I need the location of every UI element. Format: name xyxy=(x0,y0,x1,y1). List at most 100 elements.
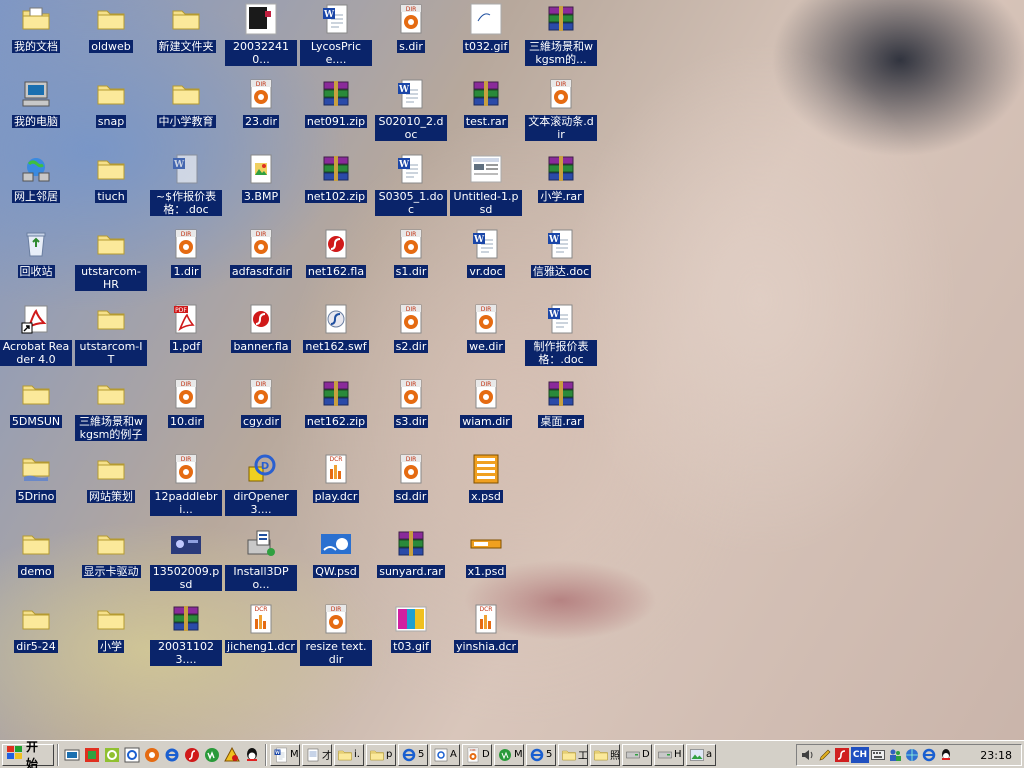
desktop-icon-rar[interactable]: 200311023.... xyxy=(150,602,222,674)
taskbar-button[interactable]: DIR D xyxy=(462,743,492,766)
desktop-icon-director[interactable]: DIR 23.dir xyxy=(225,77,297,149)
quick-launch-director-icon[interactable] xyxy=(142,745,162,765)
desktop-icon-folder[interactable]: utstarcom-IT xyxy=(75,302,147,374)
desktop-icon-director[interactable]: DIR 1.dir xyxy=(150,227,222,299)
desktop-icon-director[interactable]: DIR s3.dir xyxy=(375,377,447,449)
desktop-icon-folder[interactable]: tiuch xyxy=(75,152,147,224)
desktop-icon-word[interactable]: W 信雅达.doc xyxy=(525,227,597,299)
desktop-icon-director[interactable]: DIR s1.dir xyxy=(375,227,447,299)
desktop-icon-director[interactable]: DIR 12paddlebri... xyxy=(150,452,222,524)
desktop-icon-my-documents[interactable]: 我的文档 xyxy=(0,2,72,74)
desktop-icon-folder-hand[interactable]: 5Drino xyxy=(0,452,72,524)
desktop-icon-folder[interactable]: 5DMSUN xyxy=(0,377,72,449)
quick-launch-ie-icon[interactable] xyxy=(162,745,182,765)
desktop-icon-rar[interactable]: test.rar xyxy=(450,77,522,149)
desktop-icon-computer[interactable]: 我的电脑 xyxy=(0,77,72,149)
desktop-icon-recycle-bin[interactable]: 回收站 xyxy=(0,227,72,299)
desktop-icon-psd-orange[interactable]: x.psd xyxy=(450,452,522,524)
desktop-icon-director[interactable]: DIR 10.dir xyxy=(150,377,222,449)
taskbar-button[interactable]: H xyxy=(654,743,684,766)
desktop-icon-director[interactable]: DIR s2.dir xyxy=(375,302,447,374)
input-method-indicator[interactable]: CH xyxy=(851,747,869,763)
desktop-icon-bmp[interactable]: 3.BMP xyxy=(225,152,297,224)
ie-tray-icon[interactable] xyxy=(921,747,937,763)
desktop-icon-installer[interactable]: DdirOpener3.... xyxy=(225,452,297,524)
desktop-icon-image-dark[interactable]: 200322410... xyxy=(225,2,297,74)
desktop-icon-folder[interactable]: 显示卡驱动 xyxy=(75,527,147,599)
desktop-icon-rar[interactable]: sunyard.rar xyxy=(375,527,447,599)
taskbar-button[interactable]: p xyxy=(366,743,396,766)
desktop-icon-folder[interactable]: snap xyxy=(75,77,147,149)
desktop-icon-folder[interactable]: utstarcom-HR xyxy=(75,227,147,299)
desktop-icon-director[interactable]: DIR cgy.dir xyxy=(225,377,297,449)
desktop-icon-rar[interactable]: 三維场景和wkgsm的... xyxy=(525,2,597,74)
desktop-icon-pdf[interactable]: PDF 1.pdf xyxy=(150,302,222,374)
desktop-icon-flash-fla[interactable]: net162.fla xyxy=(300,227,372,299)
quick-launch-desktop-icon[interactable] xyxy=(62,745,82,765)
desktop-icon-director[interactable]: DIR sd.dir xyxy=(375,452,447,524)
desktop-icon-word[interactable]: W S02010_2.doc xyxy=(375,77,447,149)
desktop-icon-folder[interactable]: oldweb xyxy=(75,2,147,74)
desktop-icon-flash-swf[interactable]: net162.swf xyxy=(300,302,372,374)
desktop-icon-director[interactable]: DIR s.dir xyxy=(375,2,447,74)
desktop-icon-psd-screen[interactable]: Untitled-1.psd xyxy=(450,152,522,224)
clock[interactable]: 23:18 xyxy=(980,749,1018,762)
quick-launch-qq-icon[interactable] xyxy=(242,745,262,765)
keyboard-icon[interactable] xyxy=(870,747,886,763)
desktop-icon-shockwave[interactable]: DCR jicheng1.dcr xyxy=(225,602,297,674)
desktop-icon-director[interactable]: DIR 文本滚动条.dir xyxy=(525,77,597,149)
desktop-icon-network[interactable]: 网上邻居 xyxy=(0,152,72,224)
taskbar-button[interactable]: A xyxy=(430,743,460,766)
pencil-icon[interactable] xyxy=(817,747,833,763)
users-icon[interactable] xyxy=(887,747,903,763)
desktop-icon-word[interactable]: W LycosPrice.... xyxy=(300,2,372,74)
quick-launch-dreamweaver-icon[interactable] xyxy=(202,745,222,765)
desktop-icon-folder[interactable]: demo xyxy=(0,527,72,599)
quick-launch-spiral-icon[interactable] xyxy=(102,745,122,765)
desktop-icon-director[interactable]: DIR resize text.dir xyxy=(300,602,372,674)
taskbar-button[interactable]: 5 xyxy=(398,743,428,766)
taskbar-button[interactable]: 5 xyxy=(526,743,556,766)
taskbar-button[interactable]: D xyxy=(622,743,652,766)
desktop-icon-shockwave[interactable]: DCR yinshia.dcr xyxy=(450,602,522,674)
desktop-icon-word[interactable]: Wvr.doc xyxy=(450,227,522,299)
flash-tray-icon[interactable] xyxy=(834,747,850,763)
taskbar-button[interactable]: 工 xyxy=(558,743,588,766)
desktop-icon-folder[interactable]: 小学 xyxy=(75,602,147,674)
desktop-icon-word[interactable]: W S0305_1.doc xyxy=(375,152,447,224)
desktop-icon-image-thumb2[interactable]: QW.psd xyxy=(300,527,372,599)
desktop-icon-folder[interactable]: 新建文件夹 xyxy=(150,2,222,74)
desktop-icon-gif-color[interactable]: t03.gif xyxy=(375,602,447,674)
start-button[interactable]: 开始 xyxy=(2,740,54,768)
desktop-icon-folder[interactable]: 网站策划 xyxy=(75,452,147,524)
taskbar-button[interactable]: 才 xyxy=(302,743,332,766)
quick-launch-shapes-icon[interactable] xyxy=(222,745,242,765)
quick-launch-image-app-icon[interactable] xyxy=(82,745,102,765)
taskbar-button[interactable]: i. xyxy=(334,743,364,766)
desktop-icon-gif-blank[interactable]: t032.gif xyxy=(450,2,522,74)
taskbar-button[interactable]: 照 xyxy=(590,743,620,766)
desktop-icon-rar[interactable]: net091.zip xyxy=(300,77,372,149)
desktop-icon-shockwave[interactable]: DCR play.dcr xyxy=(300,452,372,524)
desktop-icon-director[interactable]: DIR adfasdf.dir xyxy=(225,227,297,299)
desktop-icon-folder[interactable]: 中小学教育 xyxy=(150,77,222,149)
taskbar-button[interactable]: WM xyxy=(270,743,300,766)
speaker-icon[interactable] xyxy=(800,747,816,763)
qq-tray-icon[interactable] xyxy=(938,747,954,763)
desktop-icon-image-thumb[interactable]: 13502009.psd xyxy=(150,527,222,599)
desktop-icon-word-ghost[interactable]: W ~$作报价表格：.doc xyxy=(150,152,222,224)
taskbar-button[interactable]: a xyxy=(686,743,716,766)
desktop-icon-rar[interactable]: 桌面.rar xyxy=(525,377,597,449)
desktop-icon-setup[interactable]: Install3DPo... xyxy=(225,527,297,599)
desktop-icon-flash-fla[interactable]: banner.fla xyxy=(225,302,297,374)
taskbar-button[interactable]: M xyxy=(494,743,524,766)
desktop-icon-director[interactable]: DIR we.dir xyxy=(450,302,522,374)
desktop-icon-acrobat-shortcut[interactable]: Acrobat Reader 4.0 xyxy=(0,302,72,374)
quick-launch-flash-icon[interactable] xyxy=(182,745,202,765)
desktop-icon-rar[interactable]: net102.zip xyxy=(300,152,372,224)
desktop-icon-psd-bar[interactable]: x1.psd xyxy=(450,527,522,599)
desktop-icon-folder[interactable]: dir5-24 xyxy=(0,602,72,674)
quick-launch-ie-settings-icon[interactable] xyxy=(122,745,142,765)
desktop-icon-director[interactable]: DIR wiam.dir xyxy=(450,377,522,449)
desktop-icon-word[interactable]: W 制作报价表格：.doc xyxy=(525,302,597,374)
